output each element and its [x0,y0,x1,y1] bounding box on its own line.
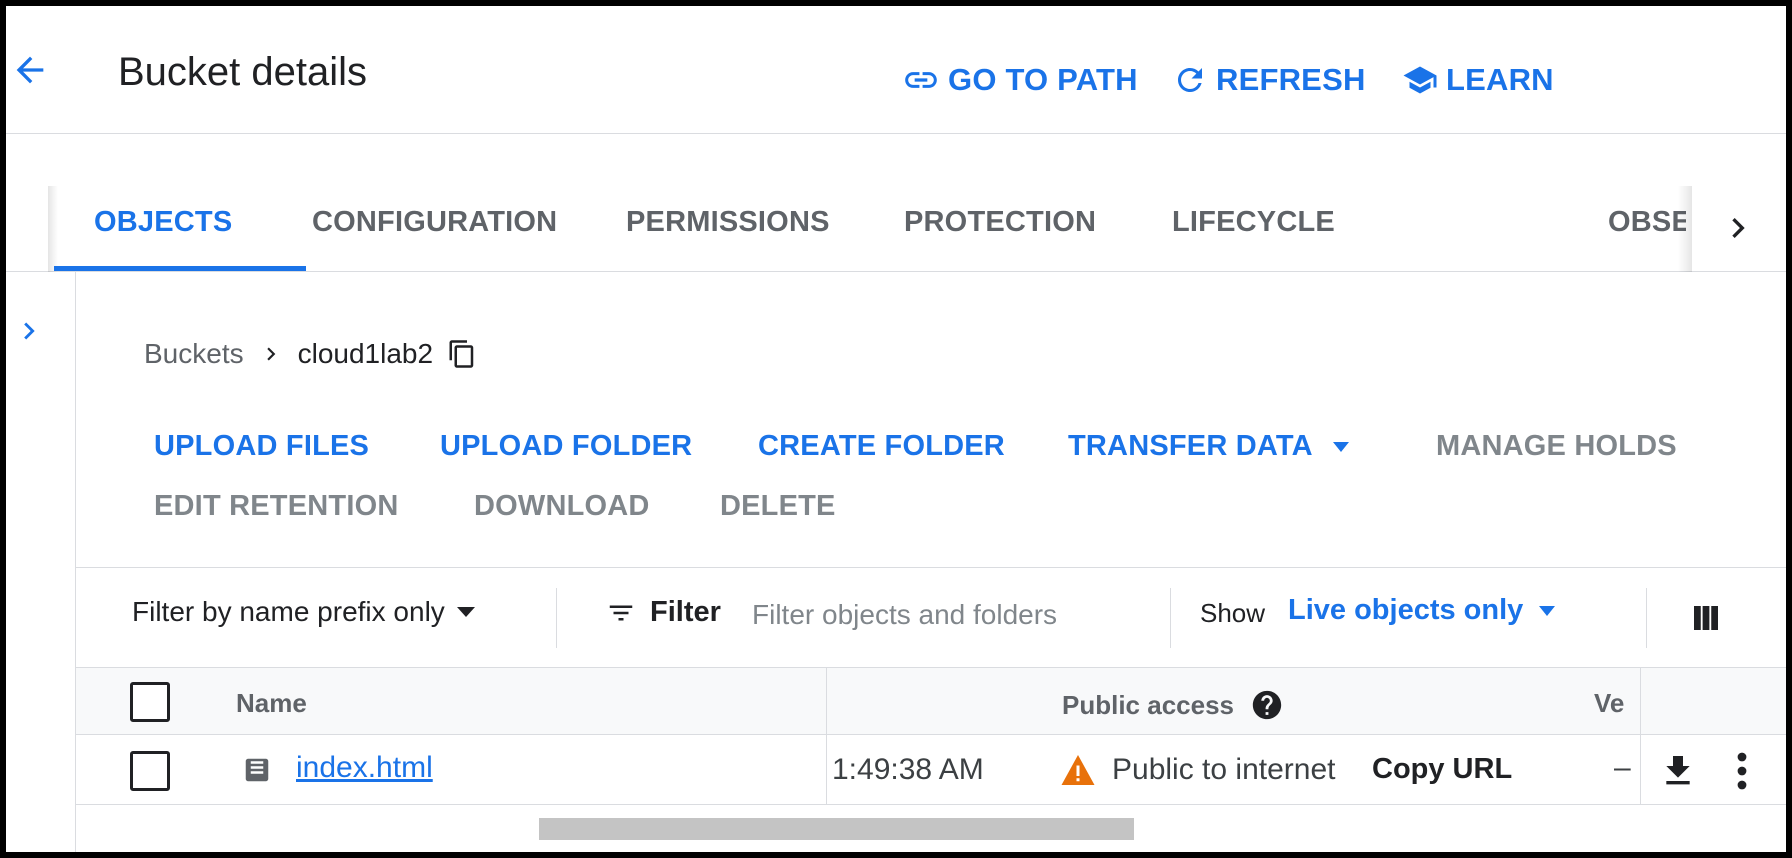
go-to-path-button[interactable]: GO TO PATH [902,58,1138,102]
breadcrumb-bucket-name: cloud1lab2 [297,338,434,369]
expand-panel-button[interactable] [12,314,46,348]
tabs-scroll-shadow-right [1678,186,1692,272]
download-object-button[interactable] [1658,751,1698,791]
chevron-right-icon [24,322,35,340]
filter-input[interactable] [752,590,1132,640]
help-icon[interactable] [1250,688,1284,722]
upload-files-button[interactable]: UPLOAD FILES [154,430,369,463]
column-header-version[interactable]: Ve [1594,688,1624,719]
column-header-name[interactable]: Name [236,688,307,719]
link-icon [905,72,937,88]
file-icon [245,758,269,782]
page-title: Bucket details [118,50,368,94]
tab-objects[interactable]: OBJECTS [94,206,232,239]
tabs-scroll-right-button[interactable] [1718,208,1758,248]
tabs-scroll-shadow-left [48,186,58,272]
object-version: – [1614,751,1631,784]
table-row: index.html 1:49:38 AM Public to internet… [76,735,1786,805]
go-to-path-label: GO TO PATH [948,62,1138,97]
school-icon [1403,66,1437,94]
refresh-icon [1178,68,1202,92]
breadcrumb-buckets-link[interactable]: Buckets [144,338,244,370]
filter-mode-select[interactable]: Filter by name prefix only [132,596,477,628]
transfer-data-button[interactable]: TRANSFER DATA [1068,430,1351,463]
copy-url-button[interactable]: Copy URL [1372,753,1512,786]
toolbar-divider [1170,588,1171,648]
more-vert-icon [1737,752,1747,790]
copy-icon[interactable] [447,339,477,369]
chevron-right-icon [266,347,275,361]
download-button[interactable]: DOWNLOAD [474,490,650,523]
tab-observability[interactable]: OBSE [1608,206,1686,239]
breadcrumb: Buckets cloud1lab2 [144,338,477,370]
tab-lifecycle[interactable]: LIFECYCLE [1172,206,1335,239]
tab-permissions[interactable]: PERMISSIONS [626,206,830,239]
page-header: Bucket details GO TO PATH REFRESH LEARN [6,6,1786,134]
left-rail [6,272,76,852]
object-created-time: 1:49:38 AM [832,753,984,786]
select-all-checkbox[interactable] [130,682,170,722]
active-tab-indicator [54,266,306,271]
toolbar-divider [1646,588,1647,648]
edit-retention-button[interactable]: EDIT RETENTION [154,490,398,523]
app-window: Bucket details GO TO PATH REFRESH LEARN … [6,6,1786,852]
manage-holds-button[interactable]: MANAGE HOLDS [1436,430,1677,463]
filter-button[interactable]: Filter [606,596,721,629]
horizontal-scrollbar-thumb[interactable] [539,818,1134,840]
tab-configuration[interactable]: CONFIGURATION [312,206,557,239]
view-column-icon [1694,606,1718,630]
tab-protection[interactable]: PROTECTION [904,206,1096,239]
caret-down-icon [1332,441,1349,452]
tab-bar: OBJECTS CONFIGURATION PERMISSIONS PROTEC… [6,134,1786,272]
caret-down-icon [1539,605,1556,616]
chevron-right-icon [1732,218,1745,238]
public-access-status: Public to internet [1112,753,1336,786]
refresh-label: REFRESH [1216,62,1366,97]
toolbar-divider [556,588,557,648]
download-icon [1666,756,1690,785]
object-name-link[interactable]: index.html [296,751,433,785]
filter-mode-value: Filter by name prefix only [132,596,445,627]
delete-button[interactable]: DELETE [720,490,836,523]
refresh-button[interactable]: REFRESH [1172,58,1366,102]
tab-overflow-clip: OBSE [1606,194,1686,254]
back-button[interactable] [10,50,50,90]
show-objects-value: Live objects only [1288,594,1524,626]
transfer-data-label: TRANSFER DATA [1068,430,1313,462]
filter-label: Filter [650,596,721,628]
filter-toolbar: Filter by name prefix only Filter Show L… [76,567,1786,667]
learn-label: LEARN [1446,62,1554,97]
filter-list-icon [609,605,633,620]
public-access-header-label: Public access [1062,689,1234,720]
more-actions-button[interactable] [1732,749,1752,793]
create-folder-button[interactable]: CREATE FOLDER [758,430,1005,463]
arrow-back-icon [16,56,44,84]
warning-icon [1061,755,1095,785]
upload-folder-button[interactable]: UPLOAD FOLDER [440,430,692,463]
row-checkbox[interactable] [130,751,170,791]
table-header: Name Public access Ve [76,667,1786,735]
show-label: Show [1200,598,1266,628]
column-display-button[interactable] [1688,600,1724,636]
show-objects-select[interactable]: Live objects only [1288,594,1557,627]
learn-button[interactable]: LEARN [1402,58,1554,102]
column-header-public-access[interactable]: Public access [1062,688,1284,722]
caret-down-icon [456,607,475,617]
